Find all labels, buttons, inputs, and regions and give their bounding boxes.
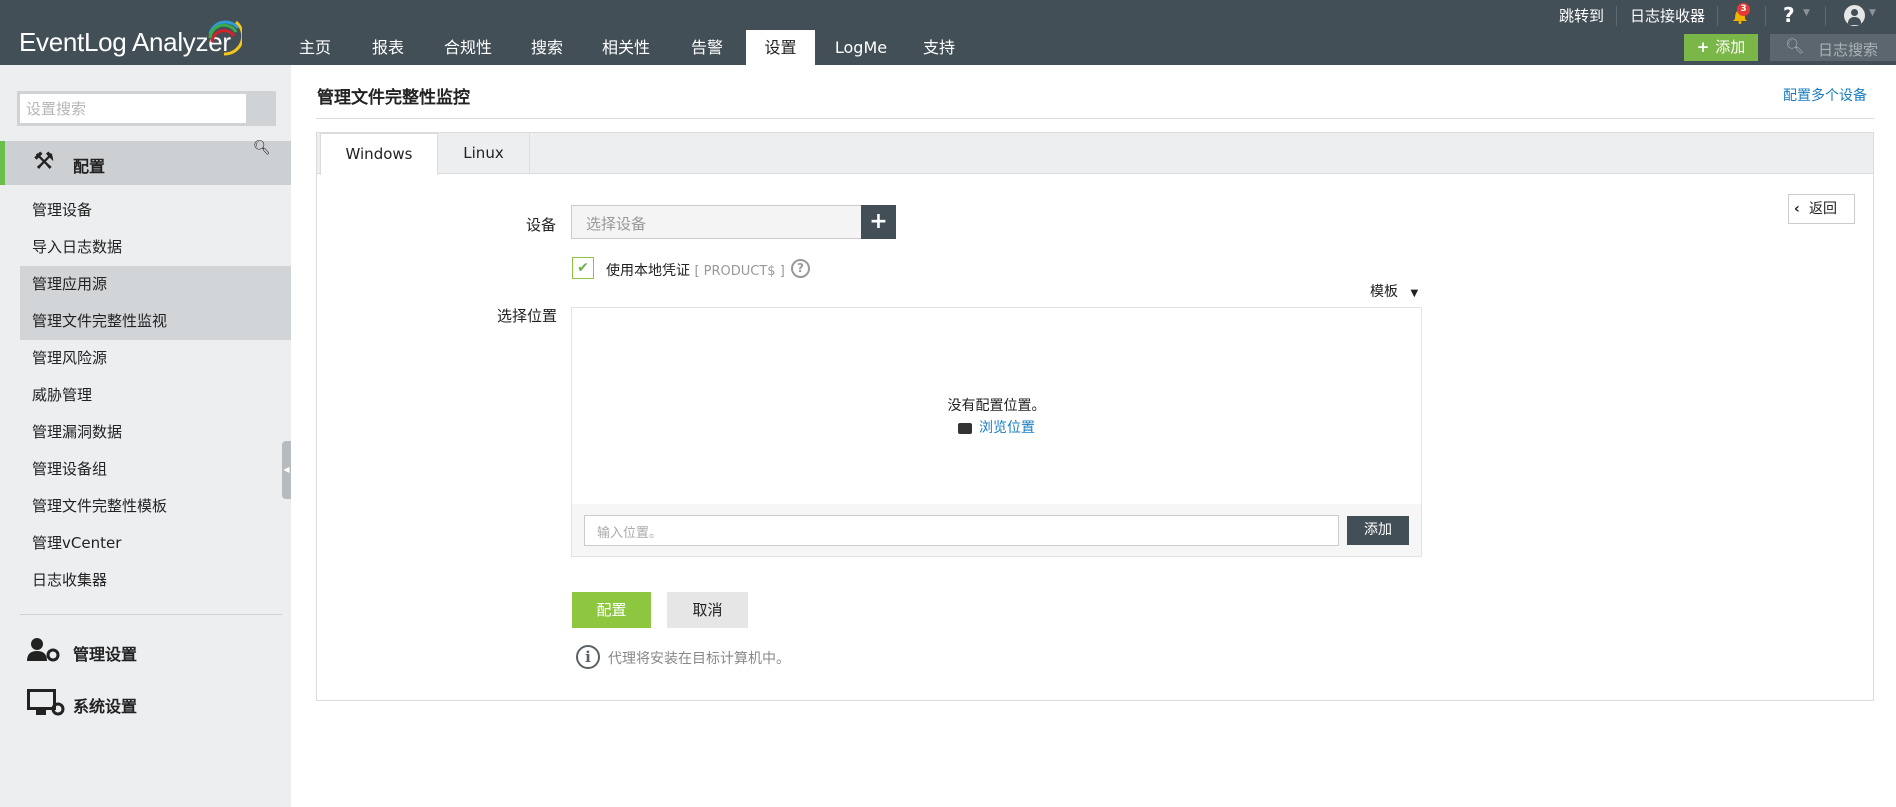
divider [1825, 6, 1826, 26]
page-title: 管理文件完整性监控 [317, 88, 470, 108]
top-header: EventLog Analyzer 主页 报表 合规性 搜索 相关性 告警 设置… [0, 0, 1896, 65]
no-location-message: 没有配置位置。 [947, 398, 1046, 414]
location-placeholder: 输入位置。 [597, 526, 663, 541]
search-icon: 🔍︎ [1785, 37, 1805, 55]
divider [1765, 6, 1766, 26]
tools-icon: ⚒ [33, 147, 55, 175]
tab-linux[interactable]: Linux [438, 133, 530, 174]
admin-settings-label: 管理设置 [73, 645, 138, 664]
nav-compliance[interactable]: 合规性 [432, 30, 504, 65]
nav-home[interactable]: 主页 [286, 30, 344, 65]
log-search-placeholder: 日志搜索 [1818, 41, 1879, 59]
browse-label: 浏览位置 [979, 420, 1035, 436]
config-panel: Windows Linux ‹ 返回 设备 选择设备 + ✔ 使用本地凭证 [ P… [316, 132, 1874, 701]
template-label: 模板 [1370, 284, 1398, 300]
info-icon: i [576, 645, 600, 669]
location-input[interactable]: 输入位置。 [584, 515, 1339, 546]
add-location-button[interactable]: 添加 [1347, 516, 1409, 545]
location-input-bar: 输入位置。 添加 [572, 504, 1421, 556]
cancel-button[interactable]: 取消 [667, 592, 748, 628]
os-tabs: Windows Linux [317, 133, 1873, 175]
browse-location-link[interactable]: 浏览位置 [572, 417, 1421, 437]
jump-to-link[interactable]: 跳转到 [1559, 5, 1604, 26]
device-select-input[interactable]: 选择设备 [571, 205, 862, 239]
sidebar-item-device-groups[interactable]: 管理设备组 [0, 451, 291, 488]
add-button[interactable]: + 添加 [1684, 34, 1758, 61]
sidebar-item-fim[interactable]: 管理文件完整性监视 [20, 303, 291, 340]
collapse-sidebar-handle[interactable]: ◀ [282, 441, 291, 499]
back-label: 返回 [1809, 201, 1837, 217]
add-device-button[interactable]: + [861, 205, 896, 239]
settings-search-input[interactable]: 设置搜索 [17, 91, 276, 126]
notification-badge: 3 [1737, 3, 1750, 16]
divider [1616, 6, 1617, 26]
sidebar-item-vulnerability[interactable]: 管理漏洞数据 [0, 414, 291, 451]
folder-search-icon [958, 422, 972, 434]
add-label: 添加 [1715, 38, 1746, 56]
local-credential-label: 使用本地凭证 [ PRODUCT$ ] [606, 263, 785, 279]
help-circle-icon[interactable]: ? [791, 259, 810, 278]
divider [316, 118, 1874, 119]
sidebar: 设置搜索 ⚒ 配置 🔍︎ 管理设备 导入日志数据 管理应用源 管理文件完整性监视… [0, 65, 291, 807]
chevron-left-icon: ‹ [1794, 201, 1800, 217]
system-settings-label: 系统设置 [73, 697, 138, 716]
agent-install-info: 代理将安装在目标计算机中。 [608, 651, 790, 667]
local-credential-checkbox[interactable]: ✔ [572, 257, 594, 279]
user-gear-icon [27, 638, 60, 662]
divider [1717, 6, 1718, 26]
chevron-down-icon: ▼ [1869, 8, 1876, 18]
device-placeholder: 选择设备 [586, 215, 647, 233]
log-receiver-link[interactable]: 日志接收器 [1630, 5, 1705, 26]
sidebar-item-risk-sources[interactable]: 管理风险源 [0, 340, 291, 377]
nav-alerts[interactable]: 告警 [678, 30, 736, 65]
logo-arcs-icon [208, 20, 242, 56]
bell-icon[interactable]: 3 [1732, 3, 1750, 24]
template-dropdown[interactable]: 模板 ▼ [1370, 281, 1418, 301]
location-label: 选择位置 [497, 307, 558, 325]
nav-settings[interactable]: 设置 [746, 30, 815, 65]
section-system-settings[interactable]: 系统设置 [0, 685, 291, 721]
section-configuration[interactable]: ⚒ 配置 🔍︎ [0, 140, 291, 185]
search-icon[interactable]: 🔍︎ [253, 140, 271, 156]
sidebar-item-import-logs[interactable]: 导入日志数据 [0, 229, 291, 266]
device-label: 设备 [526, 216, 557, 234]
nav-search[interactable]: 搜索 [518, 30, 576, 65]
sidebar-item-manage-devices[interactable]: 管理设备 [0, 192, 291, 229]
logo[interactable]: EventLog Analyzer [19, 27, 231, 58]
nav-correlation[interactable]: 相关性 [590, 30, 662, 65]
configure-button[interactable]: 配置 [572, 592, 651, 628]
tab-windows[interactable]: Windows [320, 133, 438, 175]
sidebar-item-log-collector[interactable]: 日志收集器 [0, 562, 291, 599]
sidebar-item-app-sources[interactable]: 管理应用源 [20, 266, 291, 303]
help-menu[interactable]: ? [1783, 3, 1795, 27]
configure-multiple-devices-link[interactable]: 配置多个设备 [1783, 85, 1867, 105]
sidebar-item-threat[interactable]: 威胁管理 [0, 377, 291, 414]
location-box: 没有配置位置。 浏览位置 输入位置。 添加 [571, 307, 1422, 557]
plus-icon: + [1696, 38, 1710, 56]
caret-down-icon: ▼ [1410, 288, 1419, 299]
sidebar-item-vcenter[interactable]: 管理vCenter [0, 525, 291, 562]
nav-logme[interactable]: LogMe [825, 30, 897, 65]
chevron-down-icon: ▼ [1803, 8, 1810, 18]
settings-search-placeholder: 设置搜索 [26, 100, 87, 118]
sidebar-item-fim-templates[interactable]: 管理文件完整性模板 [0, 488, 291, 525]
log-search-input[interactable]: 🔍︎ 日志搜索 [1770, 34, 1896, 61]
credential-tag: [ PRODUCT$ ] [694, 264, 785, 279]
section-admin-settings[interactable]: 管理设置 [0, 633, 291, 669]
monitor-gear-icon [27, 689, 65, 716]
section-title: 配置 [73, 157, 106, 176]
nav-support[interactable]: 支持 [910, 30, 968, 65]
back-button[interactable]: ‹ 返回 [1788, 194, 1855, 224]
nav-reports[interactable]: 报表 [359, 30, 417, 65]
divider [20, 614, 282, 615]
user-avatar-icon[interactable] [1844, 5, 1865, 26]
